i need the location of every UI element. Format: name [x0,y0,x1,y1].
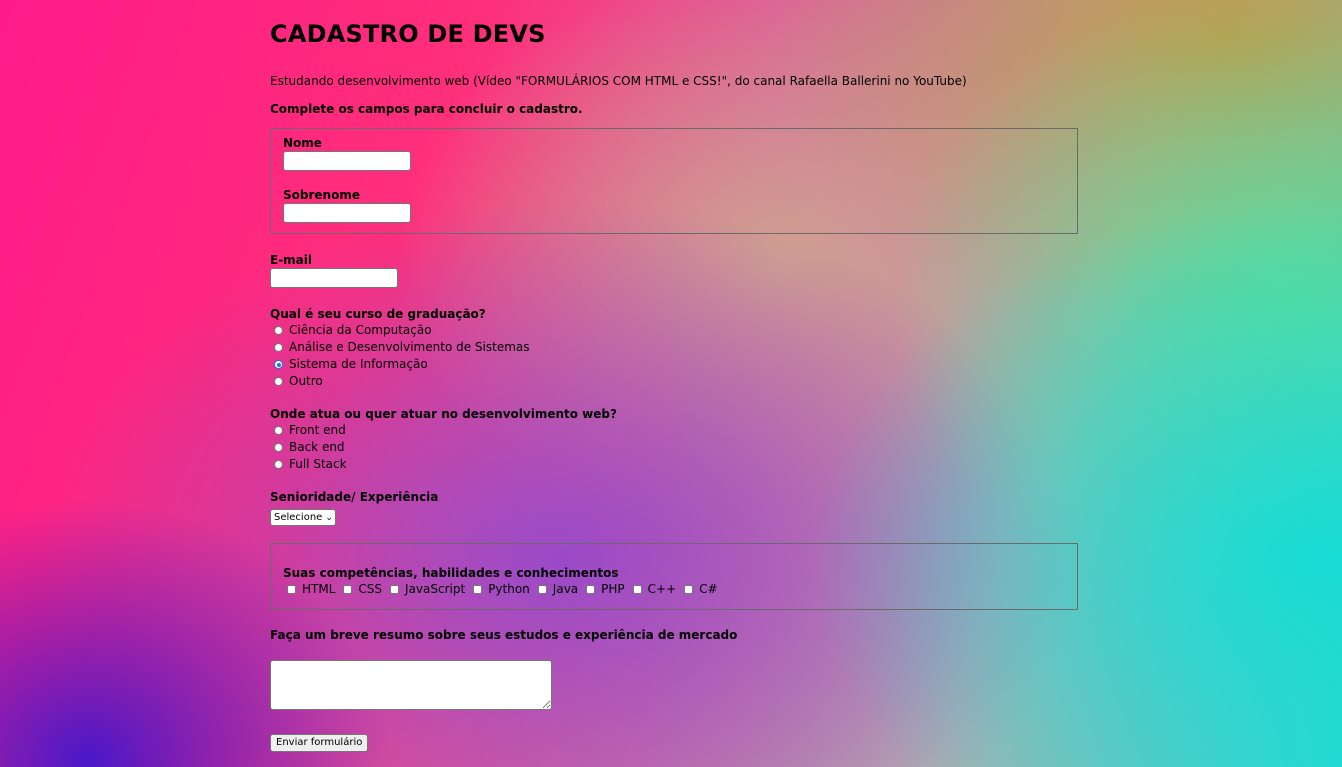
name-fieldset: Nome Sobrenome [270,128,1078,234]
skill-label: HTML [302,582,336,596]
email-input[interactable] [270,268,398,288]
submit-button[interactable]: Enviar formulário [270,734,369,752]
skill-checkbox-item[interactable]: CSS [339,581,382,598]
area-option-label: Back end [289,440,345,454]
skill-label: CSS [358,582,383,596]
area-option-label: Full Stack [289,457,347,471]
radio-button[interactable] [274,460,283,469]
graduation-option[interactable]: Sistema de Informação [270,356,1078,373]
graduation-question: Qual é seu curso de graduação? [270,307,486,321]
radio-button[interactable] [274,326,283,335]
graduation-option-label: Outro [289,374,323,388]
skills-checkboxes: HTML CSS JavaScript Python Java PHP C++ … [283,581,1065,598]
area-option[interactable]: Back end [270,439,1078,456]
radio-button[interactable] [274,443,283,452]
graduation-option-label: Sistema de Informação [289,357,428,371]
graduation-options: Ciência da Computação Análise e Desenvol… [270,322,1078,390]
radio-button[interactable] [274,426,283,435]
skill-label: C++ [647,582,677,596]
instructions-text: Complete os campos para concluir o cadas… [270,102,583,116]
graduation-option-label: Análise e Desenvolvimento de Sistemas [289,340,530,354]
page-title: CADASTRO DE DEVS [270,20,546,48]
seniority-selected-value: Selecione [274,512,323,523]
skill-checkbox-item[interactable]: Python [469,581,530,598]
checkbox[interactable] [390,585,400,594]
skill-checkbox-item[interactable]: Java [534,581,578,598]
skills-fieldset: Suas competências, habilidades e conheci… [270,543,1078,610]
area-option-label: Front end [289,423,346,437]
form-container: CADASTRO DE DEVS Estudando desenvolvimen… [270,0,1078,752]
graduation-option[interactable]: Ciência da Computação [270,322,1078,339]
radio-button[interactable] [274,343,283,352]
checkbox[interactable] [632,585,642,594]
skill-label: Python [488,582,530,596]
checkbox[interactable] [287,585,296,594]
area-question: Onde atua ou quer atuar no desenvolvimen… [270,407,617,421]
area-option[interactable]: Full Stack [270,456,1078,473]
skill-label: Java [552,582,579,596]
checkbox[interactable] [343,585,353,594]
checkbox[interactable] [473,585,483,594]
graduation-option-label: Ciência da Computação [289,323,432,337]
area-options: Front end Back end Full Stack [270,422,1078,473]
area-option[interactable]: Front end [270,422,1078,439]
intro-text: Estudando desenvolvimento web (Vídeo "FO… [270,74,967,88]
sobrenome-label: Sobrenome [283,188,360,202]
sobrenome-input[interactable] [283,203,411,223]
skill-checkbox-item[interactable]: PHP [582,581,625,598]
skills-legend: Suas competências, habilidades e conheci… [283,566,619,580]
seniority-label: Senioridade/ Experiência [270,490,439,504]
seniority-select[interactable]: Selecione ⌄ [270,509,336,526]
skill-label: JavaScript [405,582,466,596]
skill-checkbox-item[interactable]: C++ [629,581,677,598]
summary-textarea[interactable] [270,660,552,710]
nome-label: Nome [283,136,322,150]
skill-label: PHP [601,582,625,596]
checkbox[interactable] [684,585,694,594]
chevron-down-icon: ⌄ [325,512,333,523]
skill-checkbox-item[interactable]: JavaScript [386,581,465,598]
skill-checkbox-item[interactable]: C# [680,581,718,598]
checkbox[interactable] [537,585,547,594]
graduation-option[interactable]: Outro [270,373,1078,390]
skill-label: C# [699,582,718,596]
email-label: E-mail [270,253,313,267]
graduation-option[interactable]: Análise e Desenvolvimento de Sistemas [270,339,1078,356]
radio-button[interactable] [274,377,283,386]
summary-label: Faça um breve resumo sobre seus estudos … [270,628,738,642]
skill-checkbox-item[interactable]: HTML [283,581,335,598]
checkbox[interactable] [586,585,596,594]
nome-input[interactable] [283,151,411,171]
radio-button-selected[interactable] [274,360,283,369]
